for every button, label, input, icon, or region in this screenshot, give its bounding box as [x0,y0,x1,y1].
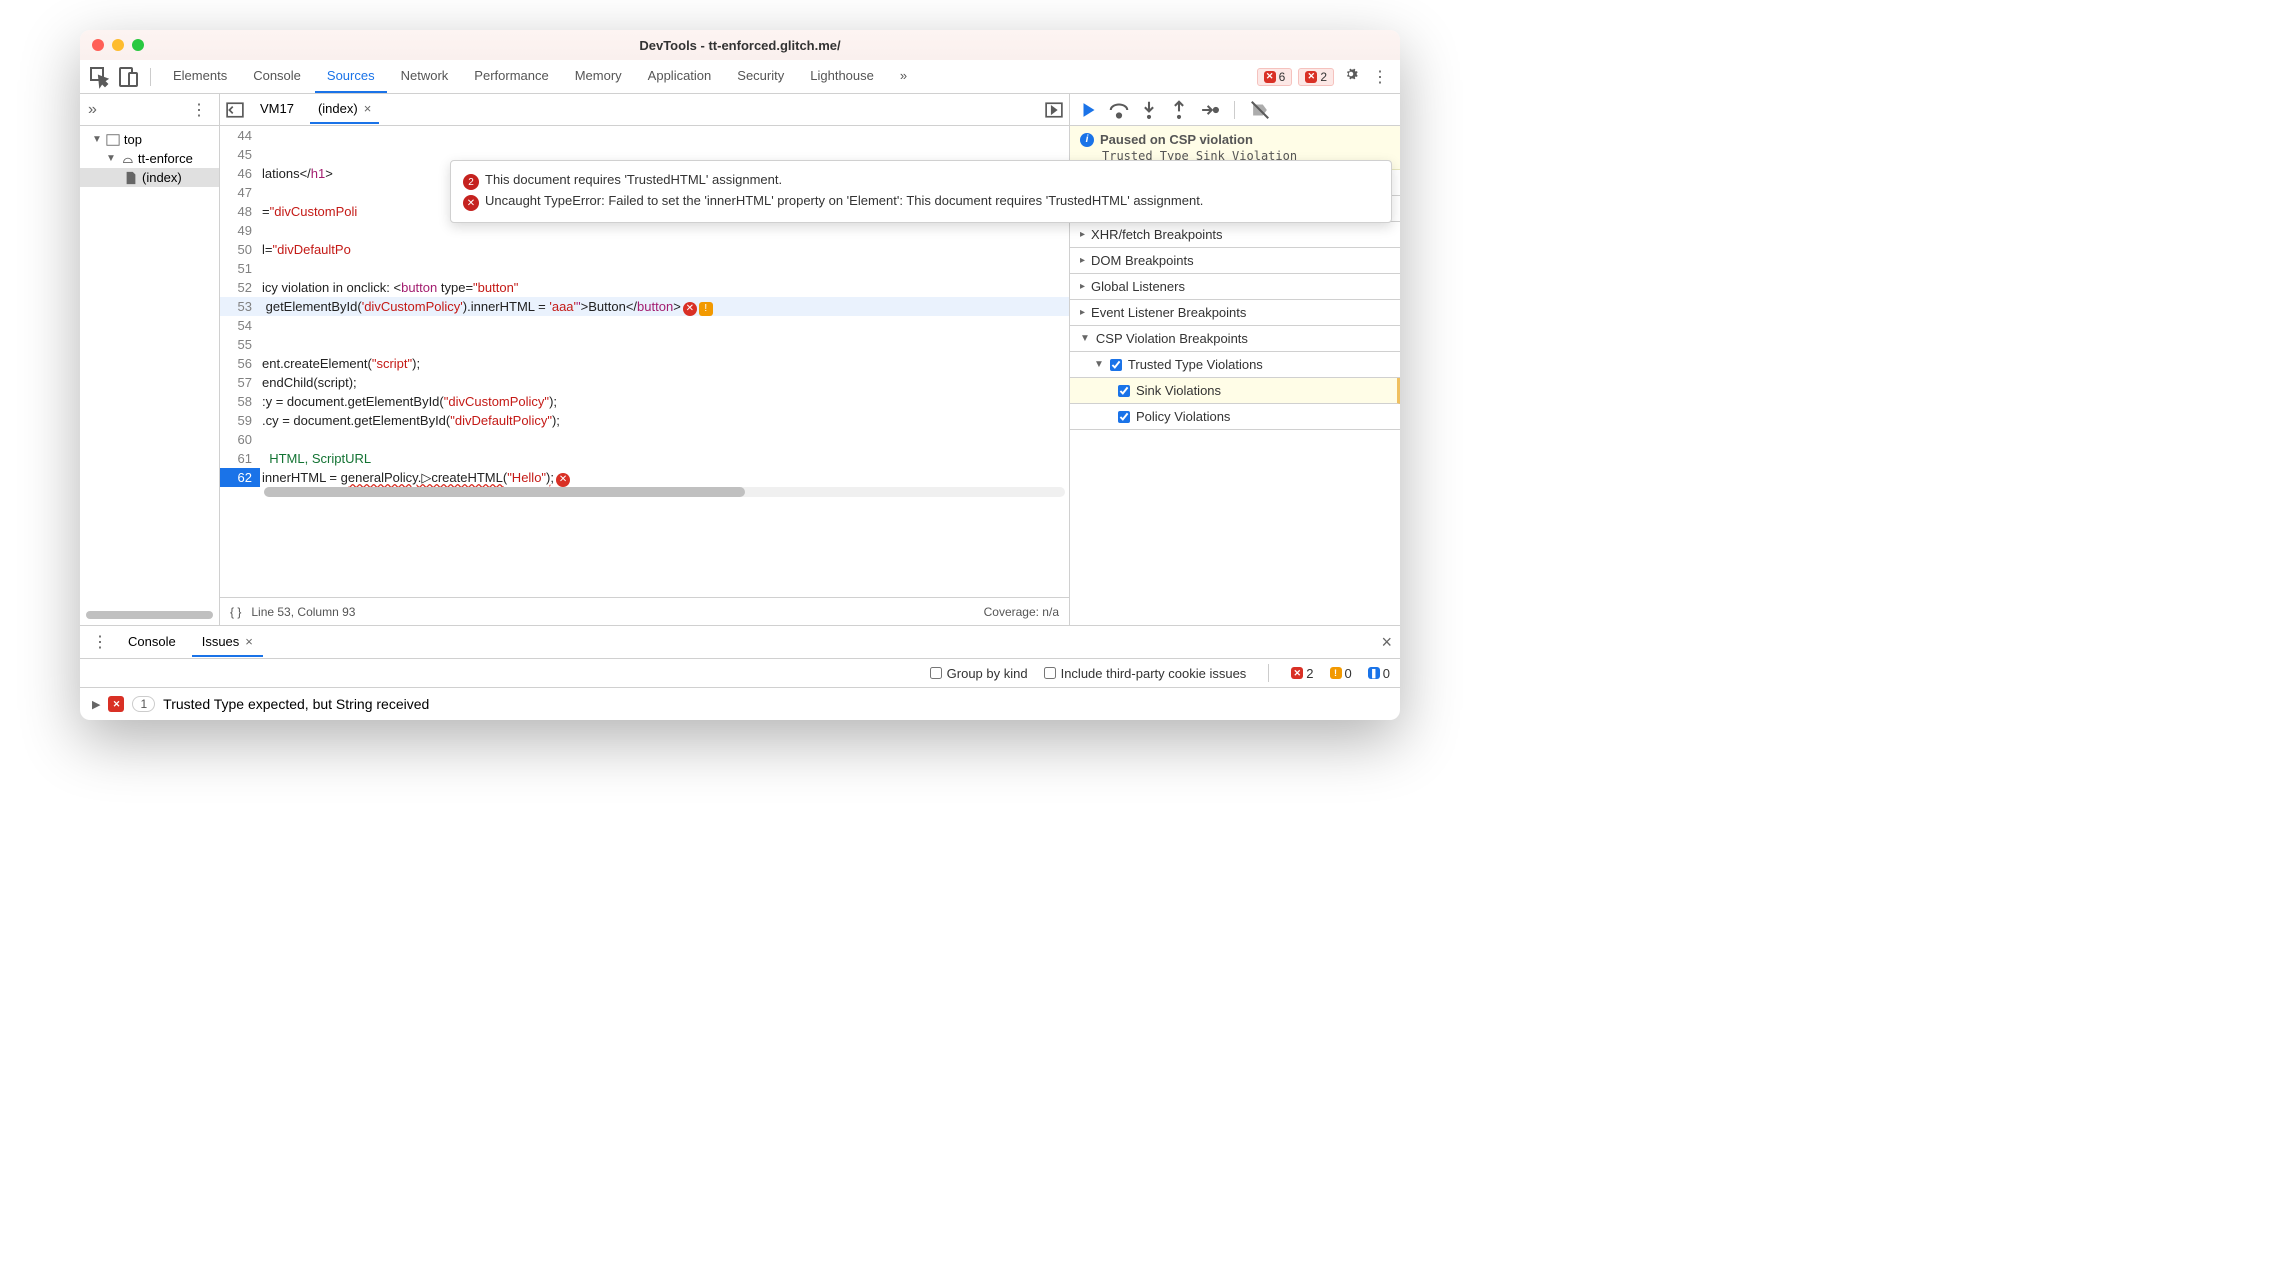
section-xhr-breakpoints[interactable]: ▸XHR/fetch Breakpoints [1070,222,1400,248]
checkbox-trusted-type-violations[interactable]: ▼Trusted Type Violations [1070,352,1400,378]
sink-violations-checkbox[interactable] [1118,385,1130,397]
issues-warning-count: !0 [1330,666,1352,681]
main-toolbar: Elements Console Sources Network Perform… [80,60,1400,94]
section-dom-breakpoints[interactable]: ▸DOM Breakpoints [1070,248,1400,274]
error-x-icon: ✕ [463,195,479,211]
tab-lighthouse[interactable]: Lighthouse [798,60,886,93]
issues-error-count: ✕2 [1291,666,1313,681]
tab-console[interactable]: Console [241,60,313,93]
tab-application[interactable]: Application [636,60,724,93]
tab-memory[interactable]: Memory [563,60,634,93]
coverage-status: Coverage: n/a [984,605,1059,619]
step-over-button[interactable] [1108,99,1130,121]
issues-info-count: ❚0 [1368,666,1390,681]
settings-icon[interactable] [1338,61,1364,92]
step-into-button[interactable] [1138,99,1160,121]
step-button[interactable] [1198,99,1220,121]
error-marker-icon[interactable]: ✕ [556,473,570,487]
close-drawer-tab-icon[interactable]: × [245,634,253,649]
issue-text: Trusted Type expected, but String receiv… [163,696,429,712]
navigator-menu-icon[interactable]: ⋮ [187,96,211,124]
file-tab-index[interactable]: (index)× [310,95,379,124]
checkbox-policy-violations[interactable]: Policy Violations [1070,404,1400,430]
cursor-position: Line 53, Column 93 [251,605,355,619]
more-menu-icon[interactable]: ⋮ [1368,63,1392,91]
error-count-badge[interactable]: ✕6 [1257,68,1293,86]
source-editor: VM17 (index)× 44 45 46lations</h1> 47 48… [220,94,1070,625]
inspect-element-icon[interactable] [88,65,112,89]
error-marker-icon[interactable]: ✕ [683,302,697,316]
third-party-cookies-checkbox[interactable]: Include third-party cookie issues [1044,666,1247,681]
warning-marker-icon[interactable]: ! [699,302,713,316]
issue-row-trusted-type[interactable]: ▶ ✕ 1 Trusted Type expected, but String … [80,688,1400,720]
tree-domain[interactable]: ▼tt-enforce [80,149,219,168]
issue-icon: ✕ [1305,71,1317,83]
error-icon: ✕ [108,696,124,712]
section-event-listener-breakpoints[interactable]: ▸Event Listener Breakpoints [1070,300,1400,326]
file-nav-icon[interactable] [226,101,244,119]
info-icon: i [1080,133,1094,147]
checkbox-sink-violations[interactable]: Sink Violations [1070,378,1400,404]
issue-count-pill: 1 [132,696,155,712]
warning-icon: ! [1330,667,1342,679]
tree-top[interactable]: ▼top [80,130,219,149]
tab-performance[interactable]: Performance [462,60,560,93]
section-csp-violation-breakpoints[interactable]: ▼CSP Violation Breakpoints [1070,326,1400,352]
close-tab-icon[interactable]: × [364,101,372,116]
tab-security[interactable]: Security [725,60,796,93]
scrollbar[interactable] [86,611,213,619]
section-global-listeners[interactable]: ▸Global Listeners [1070,274,1400,300]
horizontal-scrollbar[interactable] [264,487,1065,497]
step-out-button[interactable] [1168,99,1190,121]
tab-network[interactable]: Network [389,60,461,93]
error-icon: ✕ [1264,71,1276,83]
expand-navigator-icon[interactable]: » [88,101,97,119]
pretty-print-icon[interactable]: { } [230,605,241,619]
window-title: DevTools - tt-enforced.glitch.me/ [80,38,1400,53]
resume-button[interactable] [1078,99,1100,121]
deactivate-breakpoints-button[interactable] [1249,99,1271,121]
drawer-tab-issues[interactable]: Issues× [192,628,263,657]
devtools-window: DevTools - tt-enforced.glitch.me/ Elemen… [80,30,1400,720]
file-tree: ▼top ▼tt-enforce (index) [80,126,219,611]
error-count-icon: 2 [463,174,479,190]
navigator-panel: » ⋮ ▼top ▼tt-enforce (index) [80,94,220,625]
error-tooltip: 2This document requires 'TrustedHTML' as… [450,160,1392,223]
tab-elements[interactable]: Elements [161,60,239,93]
drawer-tab-console[interactable]: Console [118,628,186,657]
issue-count-badge[interactable]: ✕2 [1298,68,1334,86]
chevron-right-icon: ▶ [92,698,100,711]
more-tabs-icon[interactable]: » [888,60,919,93]
run-snippet-icon[interactable] [1045,101,1063,119]
trusted-type-checkbox[interactable] [1110,359,1122,371]
info-icon: ❚ [1368,667,1380,679]
tree-file-index[interactable]: (index) [80,168,219,187]
device-toolbar-icon[interactable] [116,65,140,89]
tab-sources[interactable]: Sources [315,60,387,93]
group-by-kind-checkbox[interactable]: Group by kind [930,666,1028,681]
close-drawer-icon[interactable]: × [1381,632,1392,653]
titlebar: DevTools - tt-enforced.glitch.me/ [80,30,1400,60]
drawer-panel: ⋮ Console Issues× × Group by kind Includ… [80,625,1400,720]
error-icon: ✕ [1291,667,1303,679]
file-tab-vm17[interactable]: VM17 [252,95,302,124]
drawer-menu-icon[interactable]: ⋮ [88,628,112,656]
main-tabs: Elements Console Sources Network Perform… [161,60,1253,93]
policy-violations-checkbox[interactable] [1118,411,1130,423]
editor-status-bar: { } Line 53, Column 93 Coverage: n/a [220,597,1069,625]
